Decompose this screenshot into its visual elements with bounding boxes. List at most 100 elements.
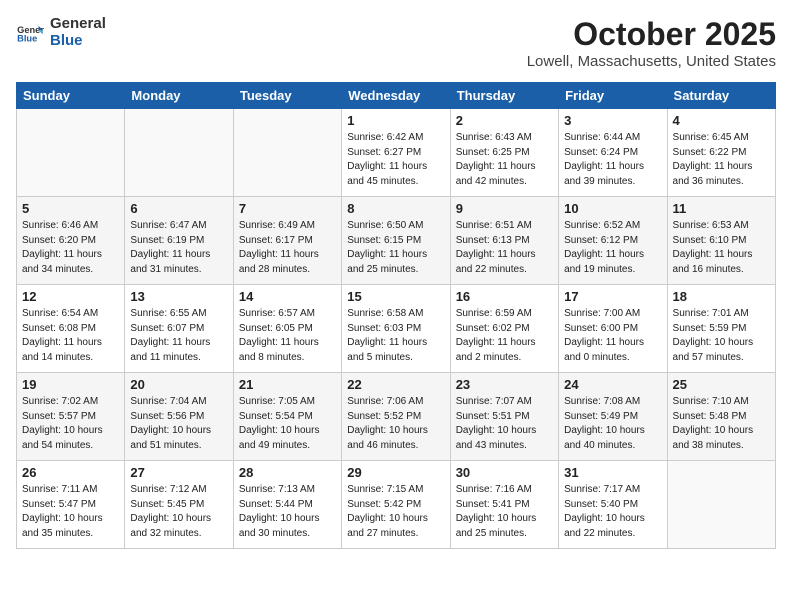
calendar-cell: 21 Sunrise: 7:05 AM Sunset: 5:54 PM Dayli… [233,373,341,461]
day-number: 28 [239,465,336,480]
day-info: Sunrise: 7:16 AM Sunset: 5:41 PM Dayligh… [456,483,553,541]
day-number: 16 [456,289,553,304]
day-number: 14 [239,289,336,304]
day-info: Sunrise: 7:15 AM Sunset: 5:42 PM Dayligh… [347,483,444,541]
calendar-cell [667,461,775,549]
day-info: Sunrise: 7:04 AM Sunset: 5:56 PM Dayligh… [130,395,227,453]
logo-blue-text: Blue [50,33,106,50]
calendar-cell: 29 Sunrise: 7:15 AM Sunset: 5:42 PM Dayli… [342,461,450,549]
day-number: 21 [239,377,336,392]
col-header-thursday: Thursday [450,83,558,109]
day-info: Sunrise: 7:00 AM Sunset: 6:00 PM Dayligh… [564,307,661,365]
day-number: 24 [564,377,661,392]
day-number: 10 [564,201,661,216]
day-number: 2 [456,113,553,128]
day-number: 4 [673,113,770,128]
title-block: October 2025 Lowell, Massachusetts, Unit… [527,16,776,70]
day-number: 20 [130,377,227,392]
day-info: Sunrise: 6:45 AM Sunset: 6:22 PM Dayligh… [673,131,770,189]
day-info: Sunrise: 6:44 AM Sunset: 6:24 PM Dayligh… [564,131,661,189]
calendar-cell: 18 Sunrise: 7:01 AM Sunset: 5:59 PM Dayli… [667,285,775,373]
day-number: 12 [22,289,119,304]
week-row-5: 26 Sunrise: 7:11 AM Sunset: 5:47 PM Dayli… [17,461,776,549]
calendar-table: SundayMondayTuesdayWednesdayThursdayFrid… [16,82,776,549]
day-number: 27 [130,465,227,480]
calendar-cell: 6 Sunrise: 6:47 AM Sunset: 6:19 PM Daylig… [125,197,233,285]
day-info: Sunrise: 6:57 AM Sunset: 6:05 PM Dayligh… [239,307,336,365]
calendar-cell: 13Sunrise: 6:55 AM Sunset: 6:07 PM Dayli… [125,285,233,373]
calendar-cell: 26 Sunrise: 7:11 AM Sunset: 5:47 PM Dayli… [17,461,125,549]
day-info: Sunrise: 6:52 AM Sunset: 6:12 PM Dayligh… [564,219,661,277]
calendar-cell: 16Sunrise: 6:59 AM Sunset: 6:02 PM Dayli… [450,285,558,373]
calendar-cell: 4 Sunrise: 6:45 AM Sunset: 6:22 PM Daylig… [667,109,775,197]
day-number: 6 [130,201,227,216]
calendar-cell: 30 Sunrise: 7:16 AM Sunset: 5:41 PM Dayli… [450,461,558,549]
day-info: Sunrise: 7:05 AM Sunset: 5:54 PM Dayligh… [239,395,336,453]
day-number: 29 [347,465,444,480]
col-header-sunday: Sunday [17,83,125,109]
week-row-4: 19Sunrise: 7:02 AM Sunset: 5:57 PM Dayli… [17,373,776,461]
calendar-cell: 22 Sunrise: 7:06 AM Sunset: 5:52 PM Dayli… [342,373,450,461]
day-number: 15 [347,289,444,304]
calendar-cell: 1 Sunrise: 6:42 AM Sunset: 6:27 PM Daylig… [342,109,450,197]
day-info: Sunrise: 7:06 AM Sunset: 5:52 PM Dayligh… [347,395,444,453]
logo-icon: General Blue [16,23,44,43]
day-info: Sunrise: 6:50 AM Sunset: 6:15 PM Dayligh… [347,219,444,277]
day-number: 30 [456,465,553,480]
calendar-cell: 25Sunrise: 7:10 AM Sunset: 5:48 PM Dayli… [667,373,775,461]
day-number: 25 [673,377,770,392]
col-header-tuesday: Tuesday [233,83,341,109]
page-header: General Blue General Blue October 2025 L… [16,16,776,70]
day-info: Sunrise: 6:42 AM Sunset: 6:27 PM Dayligh… [347,131,444,189]
calendar-cell [233,109,341,197]
svg-text:Blue: Blue [17,33,37,42]
calendar-cell: 2Sunrise: 6:43 AM Sunset: 6:25 PM Daylig… [450,109,558,197]
day-info: Sunrise: 7:01 AM Sunset: 5:59 PM Dayligh… [673,307,770,365]
day-number: 19 [22,377,119,392]
calendar-cell: 31 Sunrise: 7:17 AM Sunset: 5:40 PM Dayli… [559,461,667,549]
day-number: 22 [347,377,444,392]
header-row: SundayMondayTuesdayWednesdayThursdayFrid… [17,83,776,109]
day-info: Sunrise: 7:17 AM Sunset: 5:40 PM Dayligh… [564,483,661,541]
col-header-friday: Friday [559,83,667,109]
calendar-cell: 14 Sunrise: 6:57 AM Sunset: 6:05 PM Dayli… [233,285,341,373]
day-number: 11 [673,201,770,216]
calendar-cell: 28 Sunrise: 7:13 AM Sunset: 5:44 PM Dayli… [233,461,341,549]
day-info: Sunrise: 7:12 AM Sunset: 5:45 PM Dayligh… [130,483,227,541]
week-row-3: 12 Sunrise: 6:54 AM Sunset: 6:08 PM Dayli… [17,285,776,373]
calendar-cell: 10 Sunrise: 6:52 AM Sunset: 6:12 PM Dayli… [559,197,667,285]
day-info: Sunrise: 6:46 AM Sunset: 6:20 PM Dayligh… [22,219,119,277]
day-number: 18 [673,289,770,304]
day-number: 9 [456,201,553,216]
day-number: 3 [564,113,661,128]
calendar-cell: 3 Sunrise: 6:44 AM Sunset: 6:24 PM Daylig… [559,109,667,197]
day-info: Sunrise: 6:51 AM Sunset: 6:13 PM Dayligh… [456,219,553,277]
col-header-saturday: Saturday [667,83,775,109]
day-info: Sunrise: 6:54 AM Sunset: 6:08 PM Dayligh… [22,307,119,365]
calendar-cell: 8 Sunrise: 6:50 AM Sunset: 6:15 PM Daylig… [342,197,450,285]
day-info: Sunrise: 7:08 AM Sunset: 5:49 PM Dayligh… [564,395,661,453]
col-header-monday: Monday [125,83,233,109]
calendar-cell: 23 Sunrise: 7:07 AM Sunset: 5:51 PM Dayli… [450,373,558,461]
day-info: Sunrise: 6:49 AM Sunset: 6:17 PM Dayligh… [239,219,336,277]
calendar-cell: 24 Sunrise: 7:08 AM Sunset: 5:49 PM Dayli… [559,373,667,461]
day-number: 26 [22,465,119,480]
calendar-cell: 19Sunrise: 7:02 AM Sunset: 5:57 PM Dayli… [17,373,125,461]
calendar-cell: 15 Sunrise: 6:58 AM Sunset: 6:03 PM Dayli… [342,285,450,373]
day-info: Sunrise: 6:58 AM Sunset: 6:03 PM Dayligh… [347,307,444,365]
day-info: Sunrise: 7:13 AM Sunset: 5:44 PM Dayligh… [239,483,336,541]
day-info: Sunrise: 6:47 AM Sunset: 6:19 PM Dayligh… [130,219,227,277]
calendar-cell [125,109,233,197]
logo: General Blue General Blue [16,16,106,49]
day-number: 1 [347,113,444,128]
day-info: Sunrise: 7:07 AM Sunset: 5:51 PM Dayligh… [456,395,553,453]
day-info: Sunrise: 7:11 AM Sunset: 5:47 PM Dayligh… [22,483,119,541]
day-info: Sunrise: 6:55 AM Sunset: 6:07 PM Dayligh… [130,307,227,365]
day-number: 7 [239,201,336,216]
day-number: 23 [456,377,553,392]
day-number: 8 [347,201,444,216]
day-info: Sunrise: 6:53 AM Sunset: 6:10 PM Dayligh… [673,219,770,277]
calendar-cell [17,109,125,197]
calendar-cell: 11 Sunrise: 6:53 AM Sunset: 6:10 PM Dayli… [667,197,775,285]
day-number: 31 [564,465,661,480]
